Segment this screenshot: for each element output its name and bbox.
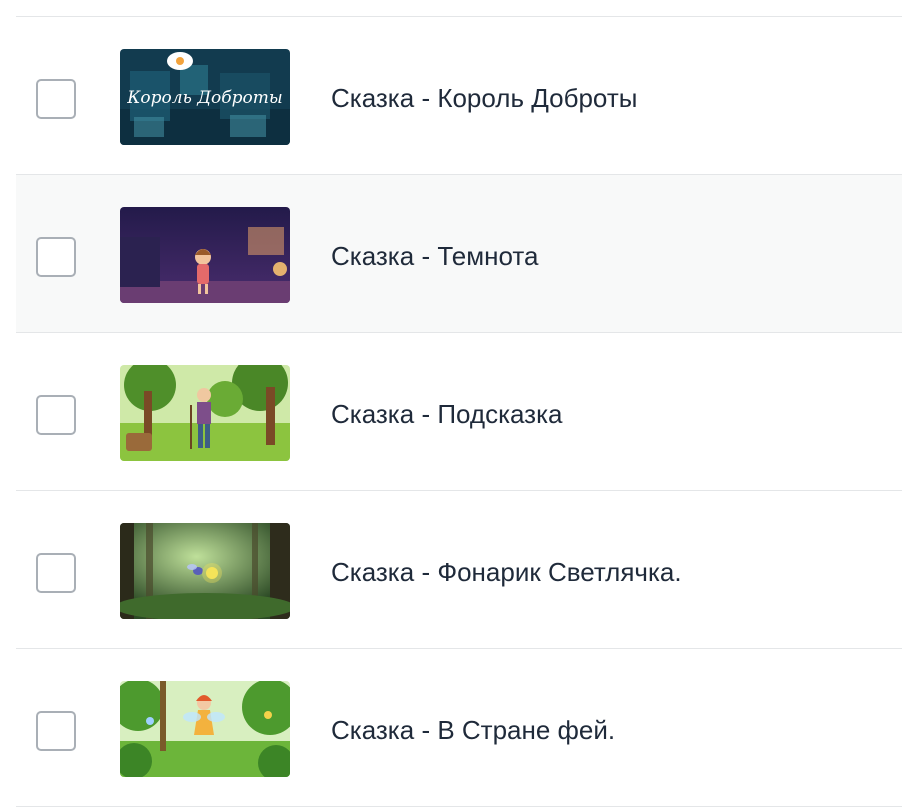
select-checkbox[interactable] [36,711,76,751]
list-item[interactable]: Сказка - Подсказка [16,333,902,491]
king-of-kindness-thumbnail[interactable]: Король Доброты [120,49,290,145]
list-item[interactable]: Сказка - Темнота [16,175,902,333]
firefly-forest-thumbnail[interactable] [120,523,290,619]
darkness-room-thumbnail[interactable] [120,207,290,303]
forest-old-man-thumbnail[interactable] [120,365,290,461]
story-title[interactable]: Сказка - Фонарик Светлячка. [331,556,682,588]
thumbnail-caption: Король Доброты [126,88,283,108]
select-checkbox[interactable] [36,553,76,593]
list-item[interactable]: Король Доброты Сказка - Король Доброты [16,17,902,175]
select-checkbox[interactable] [36,395,76,435]
select-checkbox[interactable] [36,79,76,119]
story-title[interactable]: Сказка - Темнота [331,240,538,272]
list-item[interactable]: Сказка - В Стране фей. [16,649,902,807]
fairy-land-thumbnail[interactable] [120,681,290,777]
select-checkbox[interactable] [36,237,76,277]
story-title[interactable]: Сказка - Подсказка [331,398,563,430]
story-title[interactable]: Сказка - В Стране фей. [331,714,615,746]
story-title[interactable]: Сказка - Король Доброты [331,82,637,114]
list-item[interactable]: Сказка - Фонарик Светлячка. [16,491,902,649]
story-list: Король Доброты Сказка - Король Доброты С… [16,16,902,807]
